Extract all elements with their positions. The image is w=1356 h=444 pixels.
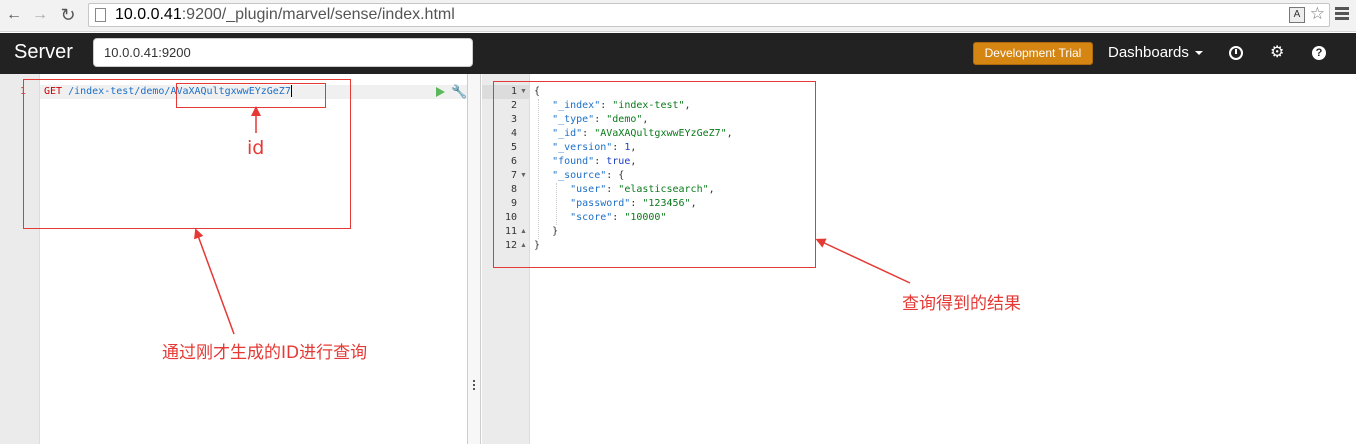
url-path: :9200/_plugin/marvel/sense/index.html [181,6,455,23]
query-annotation-label: 通过刚才生成的ID进行查询 [162,343,368,363]
url-text[interactable]: 10.0.0.41:9200/_plugin/marvel/sense/inde… [115,6,455,24]
development-trial-button[interactable]: Development Trial [973,42,1093,65]
response-annotation-box [493,81,816,268]
result-annotation-label: 查询得到的结果 [902,294,1021,314]
server-label: Server [14,41,73,63]
app-header: Server Development Trial Dashboards ⚙ ? [0,33,1356,74]
wrench-icon[interactable]: 🔧 [451,84,467,100]
help-icon[interactable]: ? [1312,46,1326,60]
run-request-icon[interactable] [436,87,445,97]
translate-icon[interactable]: A [1289,7,1305,23]
pane-splitter[interactable] [468,74,481,444]
browser-toolbar: ← → ↻ 10.0.0.41:9200/_plugin/marvel/sens… [0,0,1356,32]
history-clock-icon[interactable] [1229,46,1243,60]
address-bar[interactable]: 10.0.0.41:9200/_plugin/marvel/sense/inde… [88,3,1330,27]
page-icon [95,8,106,22]
browser-menu-icon[interactable] [1334,5,1350,25]
caret-down-icon [1194,51,1203,56]
gear-icon[interactable]: ⚙ [1270,45,1284,61]
url-host: 10.0.0.41 [115,6,182,23]
back-arrow-icon[interactable]: ← [4,5,24,25]
reload-icon[interactable]: ↻ [58,5,78,25]
dashboards-menu[interactable]: Dashboards [1108,44,1203,61]
bookmark-star-icon[interactable]: ☆ [1310,4,1325,24]
forward-arrow-icon[interactable]: → [30,5,50,25]
splitter-handle[interactable] [473,380,475,390]
id-annotation-label: id [247,137,265,159]
server-url-input[interactable] [93,38,473,67]
id-annotation-box [176,83,326,108]
dashboards-label: Dashboards [1108,44,1189,61]
